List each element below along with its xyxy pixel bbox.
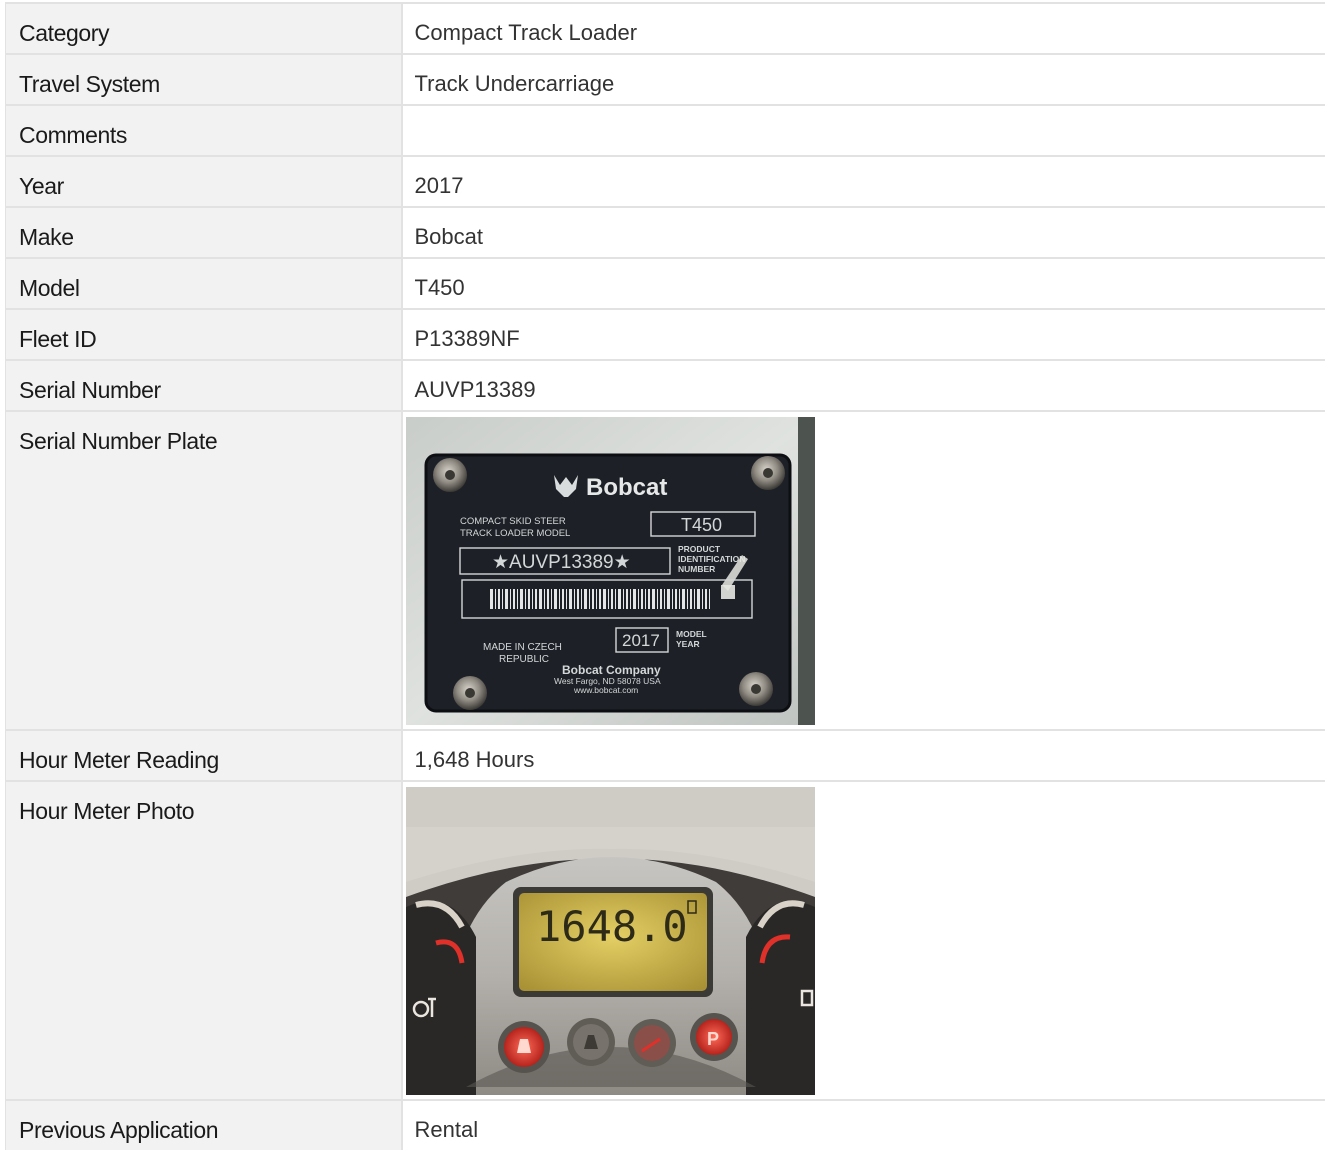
plate-pin-label-2: IDENTIFICATION xyxy=(678,554,745,564)
plate-year: 2017 xyxy=(622,631,660,650)
spec-row-year: Year 2017 xyxy=(6,156,1325,207)
hour-meter-photo[interactable]: 1648.0 P xyxy=(406,787,815,1095)
spec-label: Serial Number xyxy=(6,360,402,411)
spec-row-hour-meter-reading: Hour Meter Reading 1,648 Hours xyxy=(6,730,1325,781)
spec-row-previous-application: Previous Application Rental xyxy=(6,1100,1325,1150)
spec-value: Rental xyxy=(402,1100,1325,1150)
spec-label: Travel System xyxy=(6,54,402,105)
spec-value: Bobcat COMPACT SKID STEER TRACK LOADER M… xyxy=(402,411,1325,730)
plate-brand: Bobcat xyxy=(586,474,667,501)
plate-year-label-2: YEAR xyxy=(676,639,700,649)
spec-value: 1648.0 P xyxy=(402,781,1325,1100)
plate-pin-label: PRODUCT xyxy=(678,544,721,554)
spec-label: Make xyxy=(6,207,402,258)
plate-company: Bobcat Company xyxy=(562,663,661,677)
spec-value xyxy=(402,105,1325,156)
plate-pin-label-3: NUMBER xyxy=(678,564,715,574)
spec-label: Previous Application xyxy=(6,1100,402,1150)
spec-label: Serial Number Plate xyxy=(6,411,402,730)
plate-made-in: MADE IN CZECH xyxy=(483,642,562,653)
spec-row-serial-plate: Serial Number Plate xyxy=(6,411,1325,730)
spec-value: AUVP13389 xyxy=(402,360,1325,411)
spec-label: Year xyxy=(6,156,402,207)
plate-pin: ★AUVP13389★ xyxy=(492,552,631,573)
spec-row-model: Model T450 xyxy=(6,258,1325,309)
svg-text:P: P xyxy=(707,1029,719,1049)
equipment-spec-table: Category Compact Track Loader Travel Sys… xyxy=(5,2,1325,1150)
serial-plate-photo[interactable]: Bobcat COMPACT SKID STEER TRACK LOADER M… xyxy=(406,417,815,725)
plate-model-label-2: TRACK LOADER MODEL xyxy=(460,528,570,539)
spec-value: Compact Track Loader xyxy=(402,3,1325,54)
spec-label: Category xyxy=(6,3,402,54)
spec-row-serial-number: Serial Number AUVP13389 xyxy=(6,360,1325,411)
spec-value: T450 xyxy=(402,258,1325,309)
spec-row-travel-system: Travel System Track Undercarriage xyxy=(6,54,1325,105)
spec-value: Bobcat xyxy=(402,207,1325,258)
spec-row-hour-meter-photo: Hour Meter Photo xyxy=(6,781,1325,1100)
plate-made-in-2: REPUBLIC xyxy=(499,654,549,665)
spec-value: Track Undercarriage xyxy=(402,54,1325,105)
spec-label: Comments xyxy=(6,105,402,156)
plate-barcode xyxy=(490,589,710,609)
spec-value: P13389NF xyxy=(402,309,1325,360)
spec-row-make: Make Bobcat xyxy=(6,207,1325,258)
spec-value: 1,648 Hours xyxy=(402,730,1325,781)
spec-row-category: Category Compact Track Loader xyxy=(6,3,1325,54)
lcd-hours: 1648.0 xyxy=(536,902,688,951)
spec-label: Model xyxy=(6,258,402,309)
plate-model: T450 xyxy=(681,515,722,535)
spec-row-fleet-id: Fleet ID P13389NF xyxy=(6,309,1325,360)
spec-value: 2017 xyxy=(402,156,1325,207)
spec-label: Hour Meter Photo xyxy=(6,781,402,1100)
spec-row-comments: Comments xyxy=(6,105,1325,156)
plate-website: www.bobcat.com xyxy=(573,685,638,695)
spec-label: Hour Meter Reading xyxy=(6,730,402,781)
plate-year-label: MODEL xyxy=(676,629,707,639)
plate-model-label: COMPACT SKID STEER xyxy=(460,516,566,527)
spec-label: Fleet ID xyxy=(6,309,402,360)
